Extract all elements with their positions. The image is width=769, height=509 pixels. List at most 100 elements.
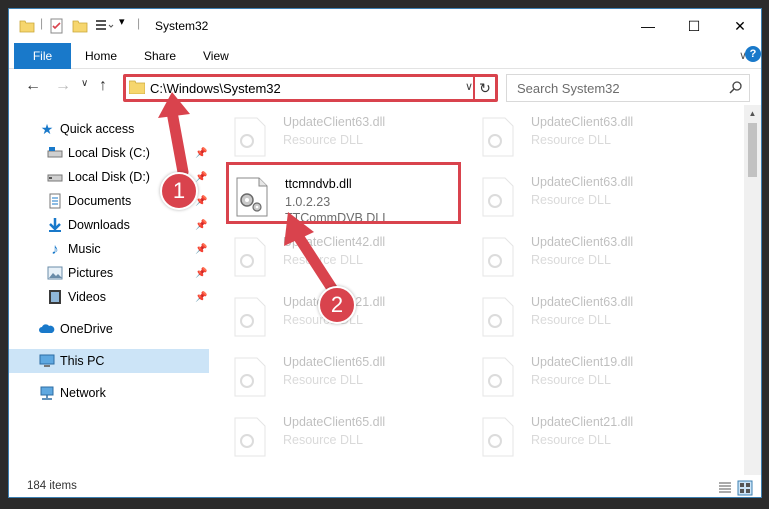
sidebar-item-label: Local Disk (D:) [68, 170, 150, 184]
file-type: Resource DLL [531, 433, 611, 447]
network-icon [40, 386, 54, 400]
file-type: Resource DLL [531, 133, 611, 147]
file-type: Resource DLL [531, 373, 611, 387]
folder-icon[interactable] [19, 18, 35, 34]
navigation-pane: ★ Quick access Local Disk (C:) 📌 Local D… [9, 105, 211, 475]
pin-icon[interactable]: 📌 [195, 220, 207, 231]
title-bar: | ▾ | System32 — ☐ ✕ [9, 9, 761, 43]
sidebar-item-label: Network [60, 386, 106, 400]
sidebar-item-label: This PC [60, 354, 105, 368]
pin-icon[interactable]: 📌 [195, 172, 207, 183]
drive-icon [47, 147, 63, 158]
file-name: UpdateClient63.dll [531, 175, 634, 189]
dll-file-icon [234, 297, 266, 337]
sidebar-item-network[interactable]: Network [9, 381, 209, 405]
sidebar-item-local-disk-c[interactable]: Local Disk (C:) 📌 [9, 141, 209, 165]
tab-view[interactable]: View [203, 49, 229, 63]
address-bar[interactable]: C:\Windows\System32 ∨ ↻ [123, 74, 498, 102]
file-item[interactable]: UpdateClient63.dll Resource DLL [469, 109, 709, 165]
file-item[interactable]: UpdateClient63.dll Resource DLL [469, 169, 709, 225]
file-name: UpdateClient63.dll [531, 235, 634, 249]
file-type: Resource DLL [283, 433, 363, 447]
chevron-down-icon[interactable]: ∨ [465, 80, 473, 93]
properties-icon[interactable] [49, 18, 65, 34]
dll-file-icon [234, 237, 266, 277]
minimize-button[interactable]: — [625, 9, 671, 43]
new-folder-icon[interactable] [72, 18, 88, 34]
forward-arrow-icon[interactable]: → [55, 77, 71, 95]
scroll-up-icon[interactable]: ▲ [744, 105, 761, 122]
dll-file-icon [234, 117, 266, 157]
file-item[interactable]: UpdateClient65.dll Resource DLL [221, 349, 461, 405]
details-view-icon[interactable] [717, 480, 733, 496]
search-icon[interactable] [729, 80, 743, 94]
file-type: Resource DLL [531, 253, 611, 267]
file-name: UpdateClient42.dll [283, 235, 386, 249]
highlight-box [226, 162, 461, 224]
dll-file-icon [482, 297, 514, 337]
up-arrow-icon[interactable]: ↑ [99, 77, 107, 95]
documents-icon [49, 193, 61, 209]
sidebar-item-label: Downloads [68, 218, 130, 232]
dll-file-icon [482, 417, 514, 457]
dll-file-icon [234, 417, 266, 457]
sidebar-item-label: Local Disk (C:) [68, 146, 150, 160]
sidebar-item-pictures[interactable]: Pictures 📌 [9, 261, 209, 285]
file-list: UpdateClient63.dll Resource DLL UpdateCl… [221, 105, 741, 475]
recent-locations-icon[interactable]: ∨ [81, 78, 88, 89]
separator: | [40, 16, 44, 30]
tab-file[interactable]: File [14, 43, 71, 69]
dropdown-arrow-icon[interactable]: ▾ [119, 15, 125, 28]
file-name: UpdateClient65.dll [283, 415, 386, 429]
back-arrow-icon[interactable]: ← [25, 77, 41, 95]
search-placeholder: Search System32 [517, 81, 620, 96]
drive-icon [47, 174, 63, 182]
sidebar-item-downloads[interactable]: Downloads 📌 [9, 213, 209, 237]
sidebar-item-quick-access[interactable]: ★ Quick access [9, 117, 209, 141]
vertical-scrollbar[interactable]: ▲ [744, 105, 761, 475]
close-button[interactable]: ✕ [717, 9, 761, 43]
pictures-icon [47, 266, 63, 280]
pin-icon[interactable]: 📌 [195, 148, 207, 159]
callout-step-1: 1 [160, 172, 198, 210]
help-icon[interactable]: ? [745, 46, 761, 62]
file-item[interactable]: UpdateClient21.dll Resource DLL [469, 409, 709, 465]
pin-icon[interactable]: 📌 [195, 292, 207, 303]
sidebar-item-label: Music [68, 242, 101, 256]
tab-home[interactable]: Home [85, 49, 117, 63]
file-item[interactable]: UpdateClient19.dll Resource DLL [469, 349, 709, 405]
sidebar-item-this-pc[interactable]: This PC [9, 349, 209, 373]
file-item[interactable]: UpdateClient63.dll Resource DLL [469, 289, 709, 345]
search-input[interactable]: Search System32 [506, 74, 750, 102]
file-item[interactable]: UpdateClient63.dll Resource DLL [469, 229, 709, 285]
cloud-icon [39, 324, 55, 333]
music-icon: ♪ [51, 240, 59, 258]
large-icons-view-icon[interactable] [737, 480, 753, 496]
customize-toolbar-icon[interactable] [95, 18, 115, 34]
file-item[interactable]: UpdateClient63.dll Resource DLL [221, 109, 461, 165]
file-name: UpdateClient65.dll [283, 355, 386, 369]
file-name: UpdateClient19.dll [531, 355, 634, 369]
tab-share[interactable]: Share [144, 49, 176, 63]
refresh-icon[interactable]: ↻ [473, 74, 495, 102]
window-title: System32 [155, 19, 209, 33]
status-bar: 184 items [9, 477, 761, 497]
file-item[interactable]: UpdateClient65.dll Resource DLL [221, 409, 461, 465]
pin-icon[interactable]: 📌 [195, 268, 207, 279]
maximize-button[interactable]: ☐ [671, 9, 717, 43]
item-count: 184 items [27, 480, 77, 492]
file-type: Resource DLL [531, 193, 611, 207]
sidebar-item-music[interactable]: ♪ Music 📌 [9, 237, 209, 261]
sidebar-item-label: OneDrive [60, 322, 113, 336]
sidebar-item-videos[interactable]: Videos 📌 [9, 285, 209, 309]
separator: | [137, 16, 141, 30]
dll-file-icon [482, 237, 514, 277]
file-type: Resource DLL [283, 133, 363, 147]
folder-icon [129, 80, 145, 94]
videos-icon [49, 290, 61, 304]
pin-icon[interactable]: 📌 [195, 244, 207, 255]
sidebar-item-onedrive[interactable]: OneDrive [9, 317, 209, 341]
file-item[interactable]: UpdateClient42.dll Resource DLL [221, 229, 461, 285]
scrollbar-thumb[interactable] [748, 123, 757, 177]
address-path[interactable]: C:\Windows\System32 [150, 81, 281, 96]
